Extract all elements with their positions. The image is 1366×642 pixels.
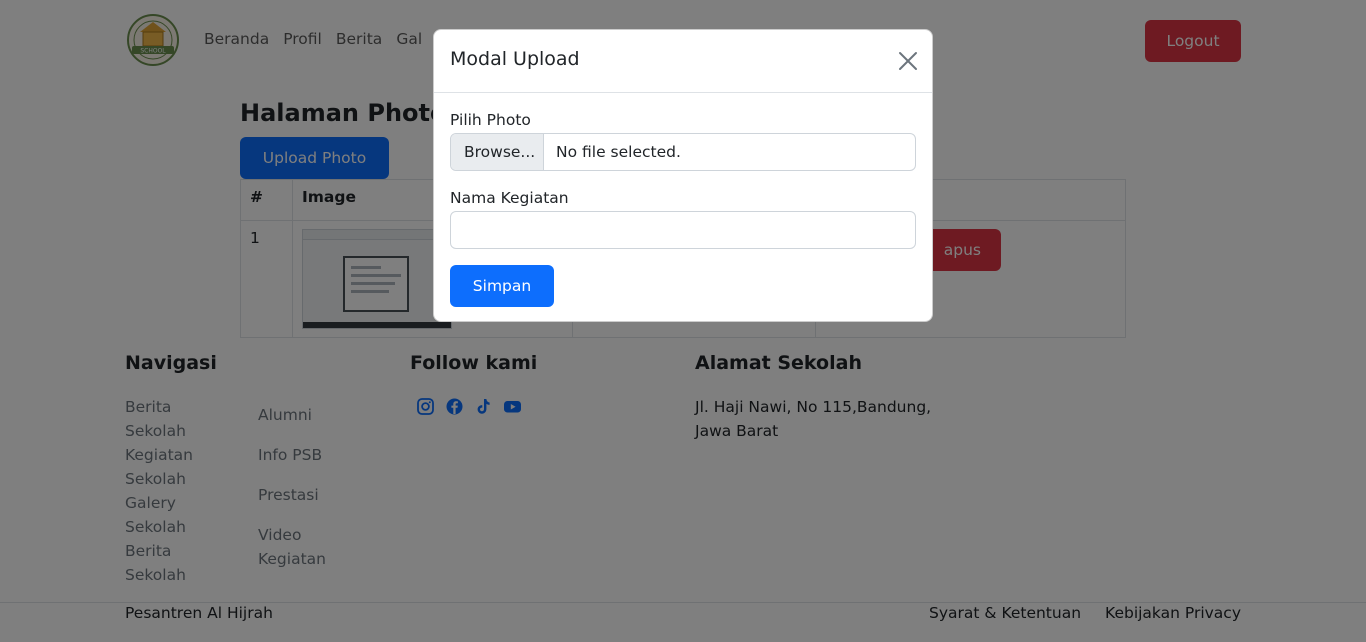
close-icon[interactable] (897, 50, 919, 72)
modal-header: Modal Upload (434, 30, 932, 93)
file-status-text: No file selected. (556, 143, 681, 161)
save-button[interactable]: Simpan (450, 265, 554, 307)
photo-file-input[interactable]: Browse... No file selected. (450, 133, 916, 171)
modal-title: Modal Upload (450, 48, 580, 70)
activity-name-input[interactable] (450, 211, 916, 249)
upload-modal: Modal Upload Pilih Photo Browse... No fi… (433, 29, 933, 322)
activity-name-label: Nama Kegiatan (450, 189, 569, 207)
photo-field-label: Pilih Photo (450, 111, 531, 129)
browse-button[interactable]: Browse... (451, 134, 544, 170)
